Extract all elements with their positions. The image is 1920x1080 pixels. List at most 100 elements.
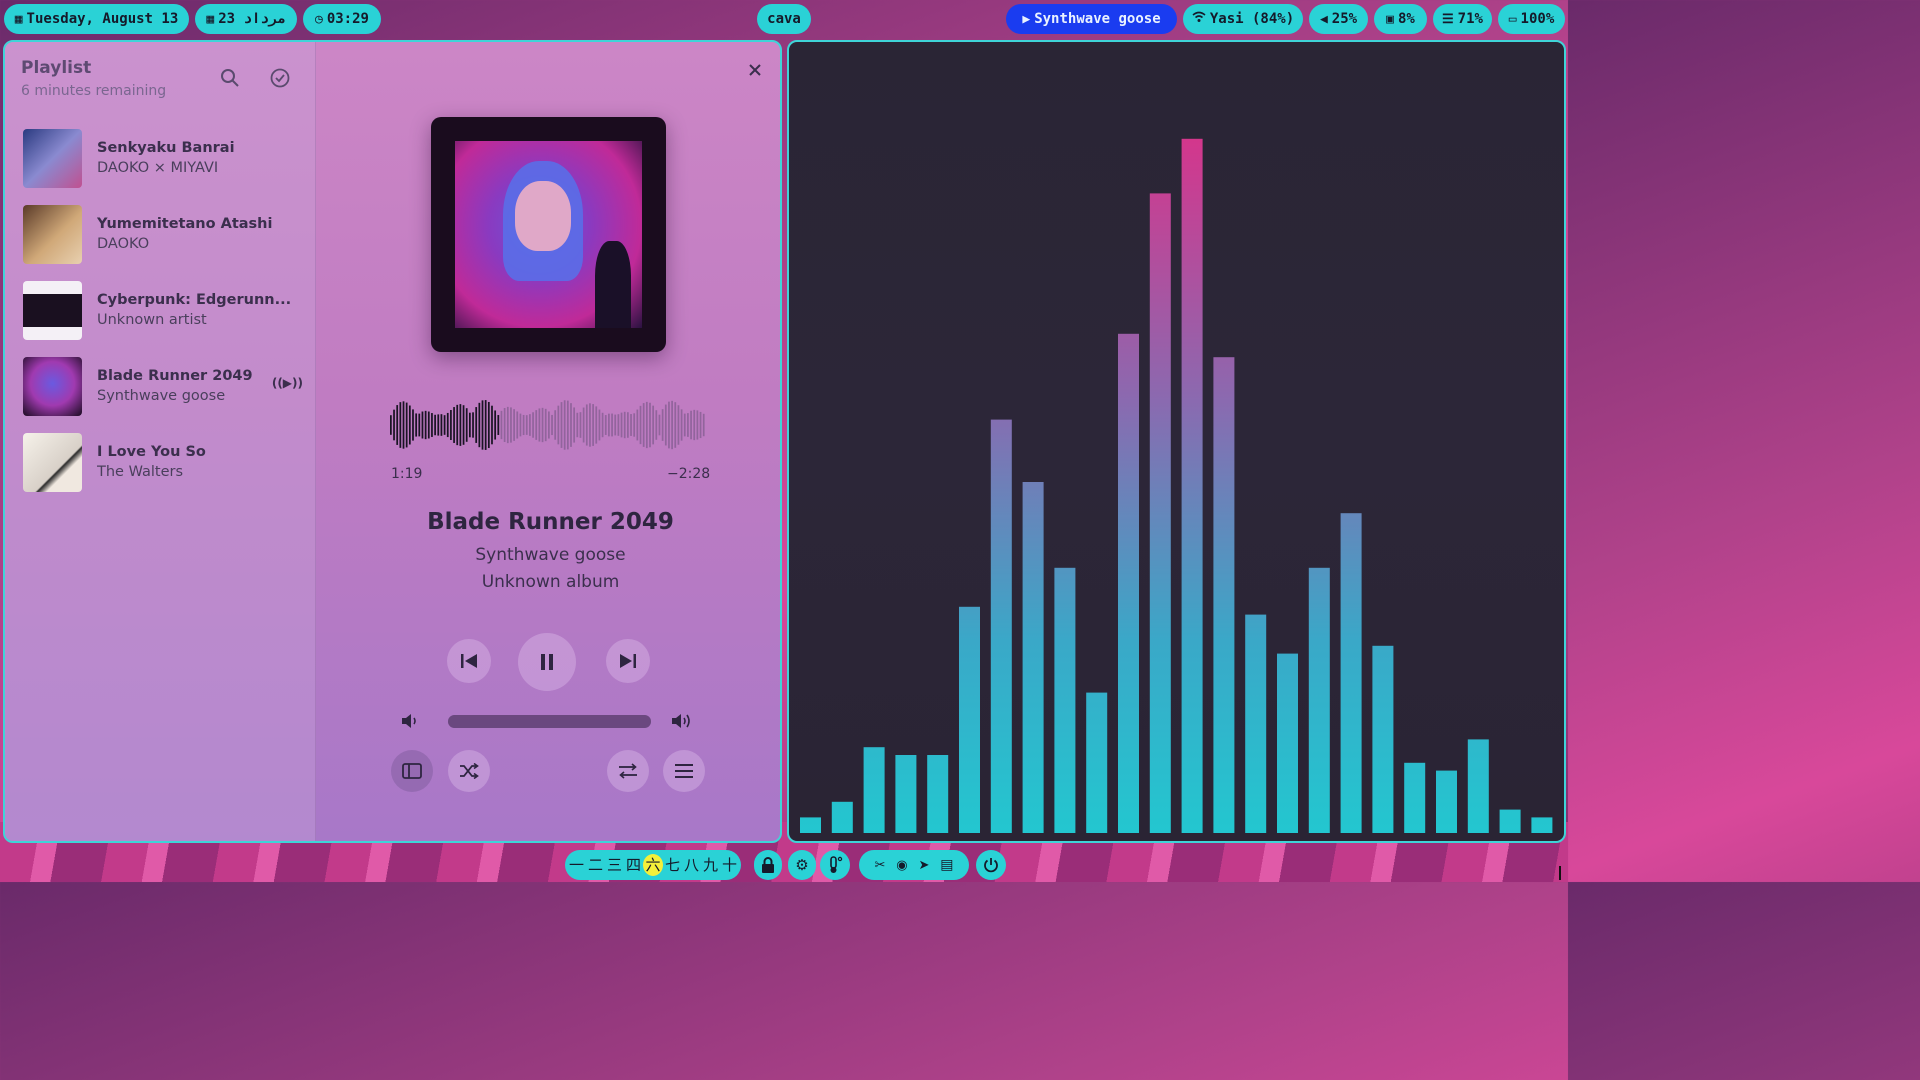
waveform-bar bbox=[544, 408, 547, 442]
menu-button[interactable] bbox=[663, 750, 705, 792]
list-item[interactable]: Yumemitetano Atashi DAOKO bbox=[23, 202, 311, 266]
spectrum-bar bbox=[831, 801, 853, 833]
workspace-2[interactable]: 二 bbox=[586, 854, 605, 876]
date-widget[interactable]: ▦ Tuesday, August 13 bbox=[4, 4, 189, 34]
waveform-bar bbox=[500, 410, 503, 440]
volume-slider[interactable] bbox=[448, 715, 651, 728]
workspace-10[interactable]: 十 bbox=[720, 854, 739, 876]
waveform-bar bbox=[551, 414, 553, 436]
memory-icon: ☰ bbox=[1442, 11, 1454, 27]
lock-icon bbox=[762, 857, 774, 873]
sidebar-toggle-button[interactable] bbox=[391, 750, 433, 792]
next-button[interactable] bbox=[606, 639, 650, 683]
shuffle-button[interactable] bbox=[448, 750, 490, 792]
settings-icon: ⚙ bbox=[795, 856, 809, 874]
waveform-bar bbox=[604, 415, 607, 435]
spectrum-bar bbox=[1086, 692, 1108, 833]
tray-group: ✂ ◉ ➤ ▤ bbox=[859, 850, 969, 880]
power-button[interactable] bbox=[976, 850, 1006, 880]
search-button[interactable] bbox=[218, 66, 242, 90]
lock-button[interactable] bbox=[754, 850, 782, 880]
list-item[interactable]: Blade Runner 2049 Synthwave goose ((▶)) bbox=[23, 354, 311, 418]
media-widget[interactable]: ▶ Synthwave goose bbox=[1006, 4, 1177, 34]
track-artist: Synthwave goose bbox=[97, 388, 226, 404]
list-item[interactable]: I Love You So The Walters bbox=[23, 430, 311, 494]
repeat-button[interactable] bbox=[607, 750, 649, 792]
waveform-bar bbox=[475, 407, 478, 443]
workspace-7[interactable]: 七 bbox=[663, 854, 682, 876]
battery-widget[interactable]: ▭ 100% bbox=[1498, 4, 1565, 34]
repeat-icon bbox=[619, 763, 637, 779]
settings-button[interactable]: ⚙ bbox=[788, 850, 816, 880]
list-item[interactable]: Cyberpunk: Edgerunn... Unknown artist bbox=[23, 278, 311, 342]
menu-icon bbox=[675, 764, 693, 778]
waveform-bar bbox=[535, 410, 538, 440]
waveform-bar bbox=[554, 410, 557, 440]
persian-date-widget[interactable]: ▦ 23 مرداد bbox=[195, 4, 297, 34]
waveform-bar bbox=[595, 406, 598, 444]
waveform-bar bbox=[469, 412, 471, 438]
workspace-8[interactable]: 八 bbox=[682, 854, 701, 876]
telegram-icon[interactable]: ➤ bbox=[918, 858, 929, 873]
waveform-bar bbox=[472, 412, 474, 438]
waveform-bar bbox=[427, 411, 430, 439]
waveform-bar bbox=[437, 414, 440, 436]
waveform-bar bbox=[585, 404, 588, 446]
clock-label: 03:29 bbox=[326, 11, 369, 27]
volume-up-button[interactable] bbox=[670, 709, 694, 733]
volume-widget[interactable]: ◀ 25% bbox=[1309, 4, 1368, 34]
waveform-seekbar[interactable] bbox=[390, 397, 706, 453]
album-cover bbox=[431, 117, 666, 352]
waveform-bar bbox=[484, 400, 487, 450]
memory-widget[interactable]: ☰ 71% bbox=[1433, 4, 1492, 34]
play-pause-button[interactable] bbox=[518, 633, 576, 691]
spectrum-bar bbox=[1531, 817, 1553, 833]
cpu-widget[interactable]: ▣ 8% bbox=[1374, 4, 1427, 34]
workspace-4[interactable]: 四 bbox=[624, 854, 643, 876]
temperature-button[interactable] bbox=[820, 850, 850, 880]
previous-icon bbox=[461, 654, 477, 668]
waveform-bar bbox=[525, 415, 528, 435]
sidebar-icon bbox=[402, 763, 422, 779]
persian-date-label: 23 مرداد bbox=[218, 11, 286, 27]
waveform-bar bbox=[415, 413, 418, 437]
select-button[interactable] bbox=[268, 66, 292, 90]
waveform-bar bbox=[478, 402, 481, 448]
volume-high-icon bbox=[672, 714, 690, 728]
scissors-icon[interactable]: ✂ bbox=[874, 858, 885, 873]
waveform-bar bbox=[516, 411, 519, 439]
list-item[interactable]: Senkyaku Banrai DAOKO × MIYAVI bbox=[23, 126, 311, 190]
track-title: I Love You So bbox=[97, 444, 206, 460]
waveform-bar bbox=[608, 413, 610, 437]
spectrum-bar bbox=[1022, 482, 1044, 833]
waveform-bar bbox=[630, 414, 632, 436]
waveform-bar bbox=[557, 405, 560, 445]
battery-label: 100% bbox=[1520, 11, 1555, 27]
calendar-icon: ▦ bbox=[14, 11, 23, 27]
active-window-title[interactable]: cava bbox=[757, 4, 811, 34]
waveform-bar bbox=[573, 407, 576, 443]
search-icon bbox=[221, 69, 239, 87]
battery-icon: ▭ bbox=[1508, 11, 1517, 27]
workspace-9[interactable]: 九 bbox=[701, 854, 720, 876]
workspace-1[interactable]: 一 bbox=[567, 854, 586, 876]
volume-down-button[interactable] bbox=[398, 709, 422, 733]
waveform-bar bbox=[446, 412, 449, 438]
waveform-bar bbox=[576, 412, 579, 438]
waveform-bar bbox=[431, 413, 433, 437]
screenshot-icon[interactable]: ▤ bbox=[940, 857, 953, 873]
waveform-bar bbox=[519, 413, 522, 437]
waveform-bar bbox=[693, 409, 696, 441]
thermometer-icon bbox=[830, 856, 843, 873]
waveform-bar bbox=[541, 407, 544, 443]
workspace-3[interactable]: 三 bbox=[605, 854, 624, 876]
wifi-widget[interactable]: Yasi (84%) bbox=[1183, 4, 1303, 34]
album-thumbnail bbox=[23, 280, 82, 340]
record-icon[interactable]: ◉ bbox=[896, 858, 907, 873]
spectrum-bar bbox=[1436, 770, 1457, 833]
spectrum-bar bbox=[1372, 645, 1394, 833]
clock-widget[interactable]: ◷ 03:29 bbox=[303, 4, 381, 34]
close-button[interactable] bbox=[744, 59, 766, 81]
workspace-6[interactable]: 六 bbox=[643, 854, 663, 876]
previous-button[interactable] bbox=[447, 639, 491, 683]
